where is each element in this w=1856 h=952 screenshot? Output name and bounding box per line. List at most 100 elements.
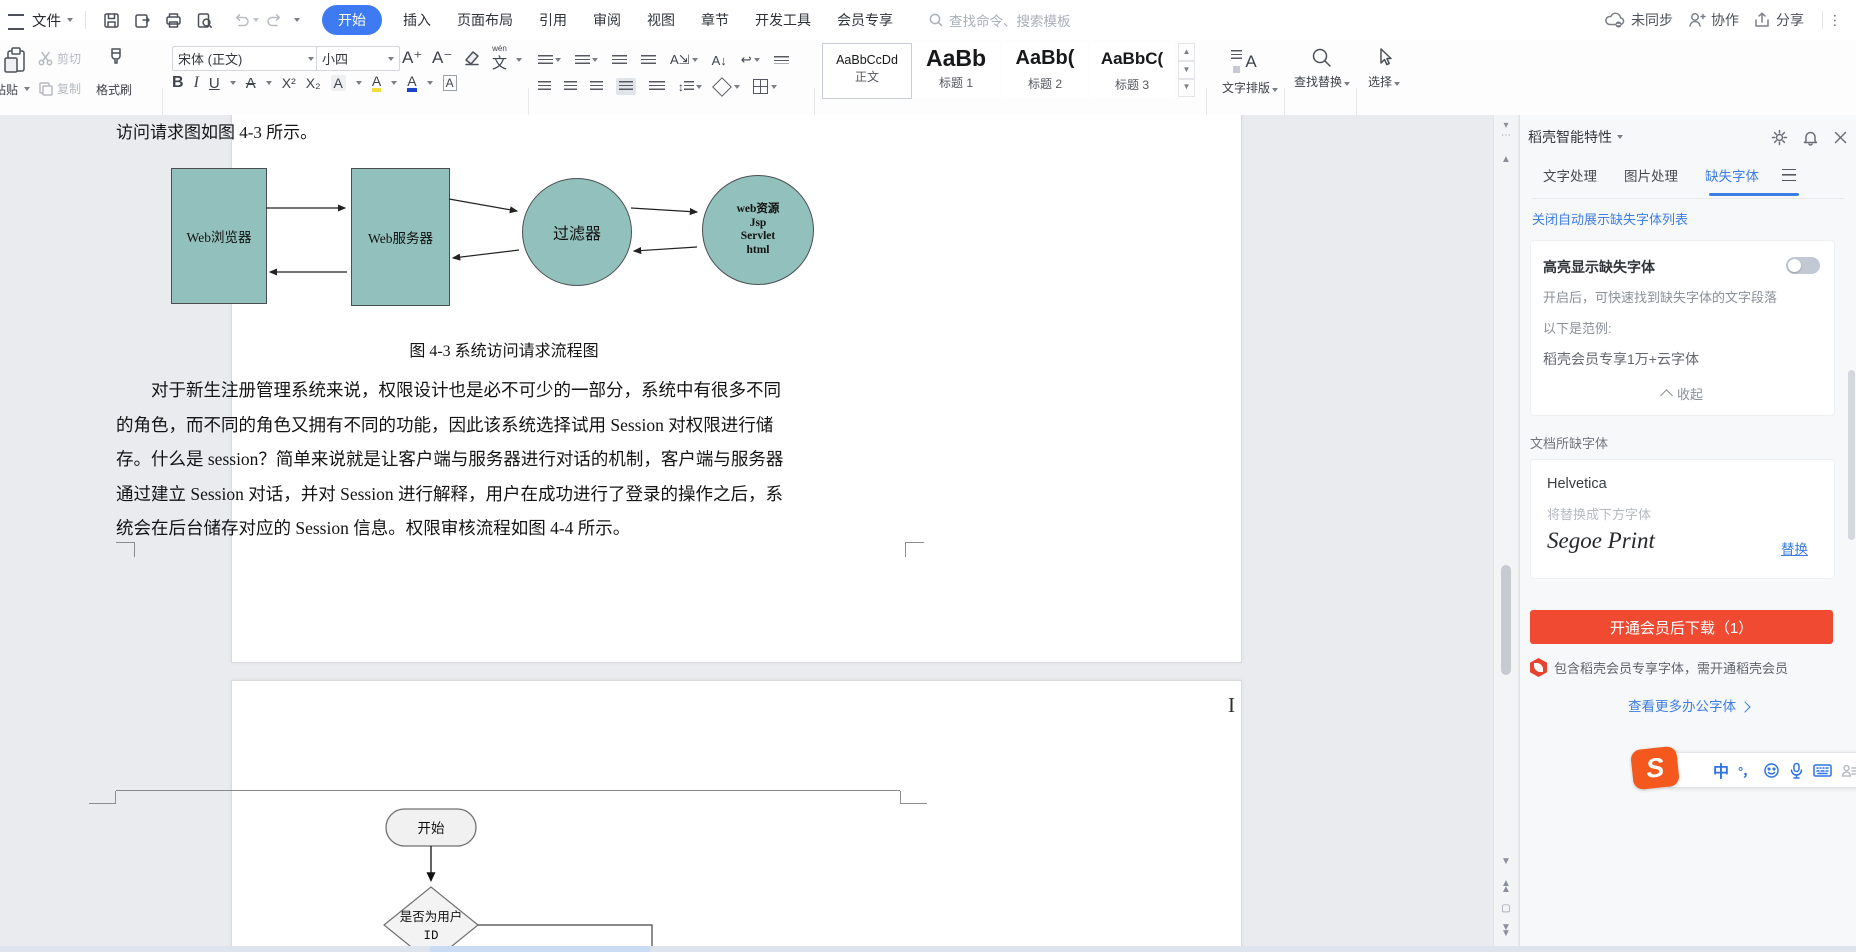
- doc-scrollbar[interactable]: ▾ ⋯ ▲ ▼ ▲ ▲ ▢ ▼ ▼: [1493, 115, 1518, 952]
- format-painter-icon[interactable]: [104, 47, 128, 75]
- font-color-button[interactable]: A: [407, 74, 417, 92]
- decrease-indent-button[interactable]: [612, 54, 627, 66]
- ribbon-tab-references[interactable]: 引用: [539, 10, 567, 30]
- sync-status[interactable]: 未同步: [1631, 10, 1673, 30]
- ribbon-tab-member[interactable]: 会员专享: [837, 10, 893, 30]
- print-preview-icon[interactable]: [195, 11, 214, 30]
- ime-punctuation-icon[interactable]: °，: [1738, 761, 1755, 780]
- char-scale-button[interactable]: A⇲: [670, 52, 698, 68]
- scrollbar-thumb[interactable]: [1501, 565, 1511, 675]
- ime-toolbar[interactable]: 中 °，: [1668, 752, 1856, 788]
- close-icon[interactable]: [1833, 130, 1848, 145]
- document-canvas[interactable]: 访问请求图如图 4-3 所示。 Web浏览器 Web服务器 过滤器 web资源 …: [0, 115, 1519, 952]
- highlight-toggle[interactable]: [1786, 257, 1820, 274]
- diagram-node-web-resource[interactable]: web资源 Jsp Servlet html: [702, 175, 814, 285]
- paste-caret-icon[interactable]: [24, 87, 30, 91]
- paste-icon[interactable]: [4, 46, 30, 76]
- style-heading3[interactable]: AaBbC( 标题 3: [1090, 43, 1174, 97]
- ribbon-tab-page-layout[interactable]: 页面布局: [457, 10, 513, 30]
- scroll-up-icon[interactable]: ▲: [1494, 155, 1518, 165]
- panel-title-caret-icon[interactable]: [1617, 135, 1623, 139]
- share-button[interactable]: 分享: [1776, 10, 1804, 30]
- ime-keyboard-icon[interactable]: [1813, 763, 1832, 778]
- text-direction-button[interactable]: ↩: [741, 52, 760, 68]
- grow-font-button[interactable]: A⁺: [402, 48, 422, 68]
- previous-page-icon[interactable]: ▲ ▲: [1494, 879, 1518, 895]
- panel-tab-missing-fonts[interactable]: 缺失字体: [1705, 165, 1759, 185]
- styles-scroll-down-button[interactable]: ▼: [1178, 61, 1195, 79]
- ime-emoji-icon[interactable]: [1763, 762, 1780, 779]
- collapse-button[interactable]: 收起: [1531, 384, 1834, 403]
- font-name-combo[interactable]: 宋体 (正文): [172, 46, 320, 71]
- shrink-font-button[interactable]: A⁻: [432, 48, 452, 68]
- shading-button[interactable]: [712, 76, 740, 97]
- underline-button[interactable]: U: [209, 75, 220, 92]
- ribbon-tab-devtools[interactable]: 开发工具: [755, 10, 811, 30]
- panel-scrollbar-thumb[interactable]: [1848, 370, 1855, 540]
- subscript-button[interactable]: X₂: [306, 75, 321, 91]
- sync-cloud-icon[interactable]: [1604, 11, 1626, 29]
- borders-button[interactable]: [753, 79, 777, 94]
- style-heading1[interactable]: AaBb 标题 1: [912, 43, 1000, 97]
- numbering-button[interactable]: [575, 54, 598, 66]
- highlight-color-button[interactable]: A: [371, 74, 382, 92]
- print-icon[interactable]: [164, 11, 183, 30]
- find-replace-button[interactable]: 查找替换: [1294, 46, 1351, 90]
- command-search[interactable]: 查找命令、搜索模板: [928, 10, 1071, 30]
- format-painter-label[interactable]: 格式刷: [96, 81, 132, 98]
- sort-button[interactable]: A↓: [712, 53, 727, 68]
- panel-scrollbar[interactable]: [1848, 115, 1855, 952]
- panel-tab-list-icon[interactable]: [1782, 169, 1796, 181]
- bold-button[interactable]: B: [172, 74, 184, 92]
- char-shading-caret-icon[interactable]: [355, 81, 362, 85]
- browse-object-icon[interactable]: ▢: [1494, 904, 1518, 914]
- copy-button[interactable]: 复制: [38, 80, 81, 97]
- styles-scroll-up-button[interactable]: ▲: [1178, 43, 1195, 61]
- font-color-caret-icon[interactable]: [426, 81, 433, 85]
- ribbon-tab-section[interactable]: 章节: [701, 10, 729, 30]
- replace-link[interactable]: 替换: [1781, 538, 1808, 558]
- increase-indent-button[interactable]: [641, 54, 656, 66]
- phonetic-guide-button[interactable]: wén 文: [492, 45, 507, 73]
- strikethrough-caret-icon[interactable]: [265, 81, 272, 85]
- sogou-logo[interactable]: S: [1630, 745, 1680, 791]
- more-office-fonts-link[interactable]: 查看更多办公字体: [1520, 695, 1856, 715]
- bullets-button[interactable]: [538, 54, 561, 66]
- char-shading-button[interactable]: A: [330, 75, 346, 91]
- panel-title[interactable]: 稻壳智能特性: [1528, 127, 1612, 147]
- align-center-button[interactable]: [564, 81, 577, 92]
- gear-icon[interactable]: [1771, 129, 1788, 146]
- paste-button-label[interactable]: 粘贴: [0, 81, 18, 98]
- export-icon[interactable]: [133, 11, 152, 30]
- distribute-button[interactable]: [649, 81, 665, 92]
- char-border-button[interactable]: A: [442, 75, 457, 91]
- typeset-button[interactable]: A 文字排版: [1222, 48, 1279, 96]
- ime-mode-chinese[interactable]: 中: [1713, 758, 1729, 782]
- strikethrough-button[interactable]: A: [246, 75, 256, 92]
- save-icon[interactable]: [102, 11, 121, 30]
- ruler-toggle-button[interactable]: [773, 56, 789, 64]
- select-button[interactable]: 选择: [1364, 46, 1404, 90]
- align-right-button[interactable]: [590, 81, 603, 92]
- ime-mic-icon[interactable]: [1789, 762, 1804, 779]
- style-heading2[interactable]: AaBb( 标题 2: [1002, 43, 1088, 97]
- styles-gallery-more-button[interactable]: ▼: [1178, 79, 1195, 97]
- panel-tab-text[interactable]: 文字处理: [1543, 165, 1597, 185]
- justify-button[interactable]: [616, 78, 636, 95]
- ruler-collapse-icon[interactable]: ▾ ⋯: [1494, 121, 1518, 141]
- file-menu-caret-icon[interactable]: [67, 18, 73, 22]
- next-page-icon[interactable]: ▼ ▼: [1494, 923, 1518, 939]
- cut-button[interactable]: 剪切: [38, 50, 81, 67]
- collaborate-button[interactable]: 协作: [1711, 10, 1739, 30]
- font-size-combo[interactable]: 小四: [316, 46, 400, 71]
- clear-format-icon[interactable]: [462, 48, 482, 68]
- highlight-caret-icon[interactable]: [391, 81, 398, 85]
- hamburger-menu-icon[interactable]: [8, 14, 24, 30]
- download-after-membership-button[interactable]: 开通会员后下载（1）: [1530, 610, 1833, 644]
- diagram-node-filter[interactable]: 过滤器: [522, 178, 632, 286]
- bell-icon[interactable]: [1802, 129, 1819, 146]
- ribbon-tab-view[interactable]: 视图: [647, 10, 675, 30]
- diagram-node-web-browser[interactable]: Web浏览器: [171, 168, 267, 304]
- scroll-down-icon[interactable]: ▼: [1494, 857, 1518, 867]
- file-menu[interactable]: 文件: [32, 10, 61, 31]
